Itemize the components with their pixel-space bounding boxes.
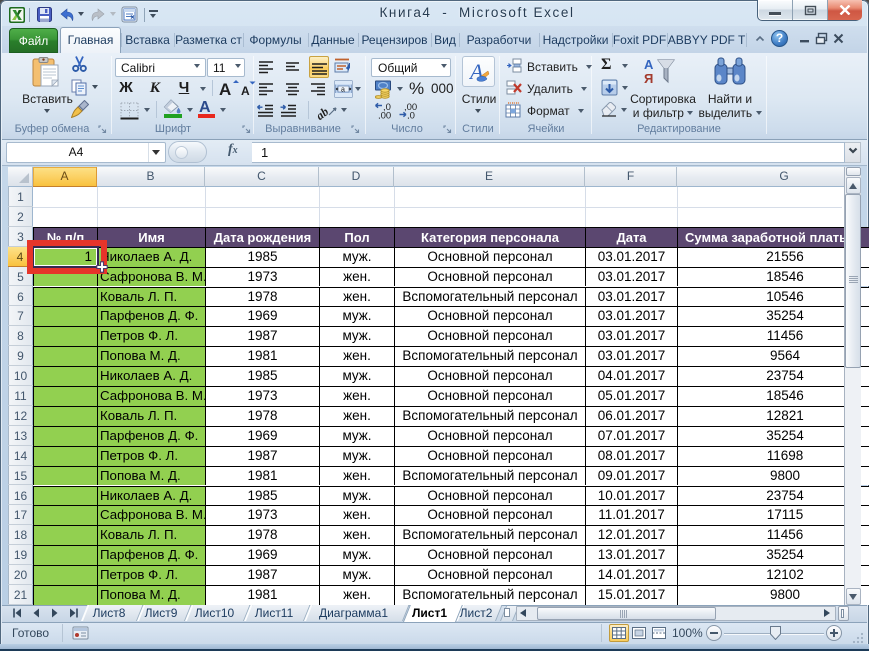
svg-text:Я: Я [644, 71, 653, 86]
svg-text:a: a [341, 87, 345, 94]
svg-text:A: A [199, 99, 211, 116]
svg-text:А: А [644, 57, 654, 72]
svg-text:ab: ab [317, 104, 331, 120]
svg-text:,00: ,00 [378, 111, 391, 120]
svg-text:,0: ,0 [407, 111, 415, 120]
svg-text:A: A [241, 84, 250, 97]
svg-text:A: A [219, 80, 231, 97]
